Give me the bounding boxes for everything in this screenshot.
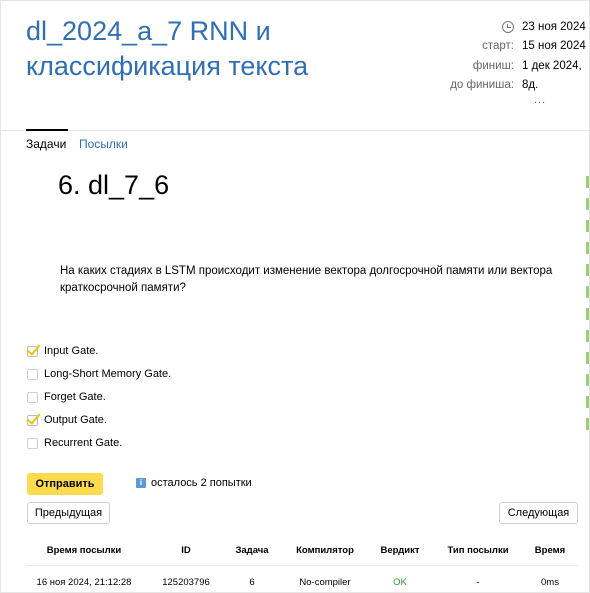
attempts-info: i осталось 2 попытки (136, 477, 252, 489)
option-forget-gate[interactable]: Forget Gate. (27, 389, 106, 405)
cell-id[interactable]: 125203796 (162, 577, 210, 588)
meta-more-link[interactable]: ... (534, 94, 546, 106)
meta-row-current: 23 ноя 2024 (446, 17, 590, 37)
column-header-verdict: Вердикт (380, 545, 420, 556)
column-header-time: Время посылки (46, 545, 122, 556)
problem-title: 6. dl_7_6 (58, 170, 170, 200)
cell-verdict: OK (393, 577, 407, 588)
meta-row-start: старт: 15 ноя 2024 (446, 37, 590, 57)
checkbox[interactable] (27, 414, 38, 426)
next-button[interactable]: Следующая (499, 502, 578, 524)
option-label: Recurrent Gate. (44, 437, 123, 449)
contest-meta: 23 ноя 2024 старт: 15 ноя 2024 финиш: 1 … (446, 17, 590, 95)
column-header-id: ID (181, 545, 191, 556)
remaining-value: 8д. (522, 79, 539, 92)
option-long-short-memory-gate[interactable]: Long-Short Memory Gate. (27, 366, 171, 382)
checkbox[interactable] (27, 368, 38, 380)
tab-submissions[interactable]: Посылки (79, 137, 128, 151)
meta-row-remaining: до финиша: 8д. (446, 76, 590, 96)
clock-icon (502, 21, 514, 34)
option-label: Input Gate. (44, 345, 99, 357)
problem-status-strip (586, 176, 590, 440)
finish-value: 1 дек 2024, (522, 59, 582, 72)
tab-tasks[interactable]: Задачи (26, 137, 66, 151)
column-header-type: Тип посылки (447, 545, 509, 556)
column-header-task: Задача (235, 545, 269, 556)
option-label: Output Gate. (44, 414, 107, 426)
meta-row-finish: финиш: 1 дек 2024, (446, 56, 590, 76)
remaining-label: до финиша: (450, 79, 514, 92)
table-divider (26, 565, 578, 566)
cell-task: 6 (249, 577, 255, 588)
cell-time: 16 ноя 2024, 21:12:28 (36, 577, 132, 588)
cell-compiler: No-compiler (299, 577, 351, 588)
start-label: старт: (482, 40, 514, 53)
option-input-gate[interactable]: Input Gate. (27, 343, 98, 359)
active-tab-indicator (26, 129, 68, 131)
option-output-gate[interactable]: Output Gate. (27, 412, 107, 428)
contest-title[interactable]: dl_2024_a_7 RNN и классификация текста (26, 14, 406, 84)
column-header-duration: Время (534, 545, 566, 556)
option-label: Long-Short Memory Gate. (44, 368, 172, 380)
current-time: 23 ноя 2024 (522, 20, 586, 33)
cell-duration: 0ms (541, 577, 559, 588)
info-icon: i (136, 478, 146, 488)
column-header-compiler: Компилятор (296, 545, 354, 556)
checkbox[interactable] (27, 437, 38, 449)
submit-button[interactable]: Отправить (27, 473, 103, 495)
tabs-divider (0, 130, 590, 131)
cell-type: - (476, 577, 480, 588)
checkbox[interactable] (27, 345, 38, 357)
attempts-text: осталось 2 попытки (151, 477, 252, 489)
checkbox[interactable] (27, 391, 38, 403)
start-value: 15 ноя 2024 (522, 40, 586, 53)
question-text: На каких стадиях в LSTM происходит измен… (60, 265, 553, 294)
previous-button[interactable]: Предыдущая (27, 502, 110, 524)
finish-label: финиш: (472, 59, 514, 72)
option-recurrent-gate[interactable]: Recurrent Gate. (27, 435, 122, 451)
option-label: Forget Gate. (44, 391, 106, 403)
